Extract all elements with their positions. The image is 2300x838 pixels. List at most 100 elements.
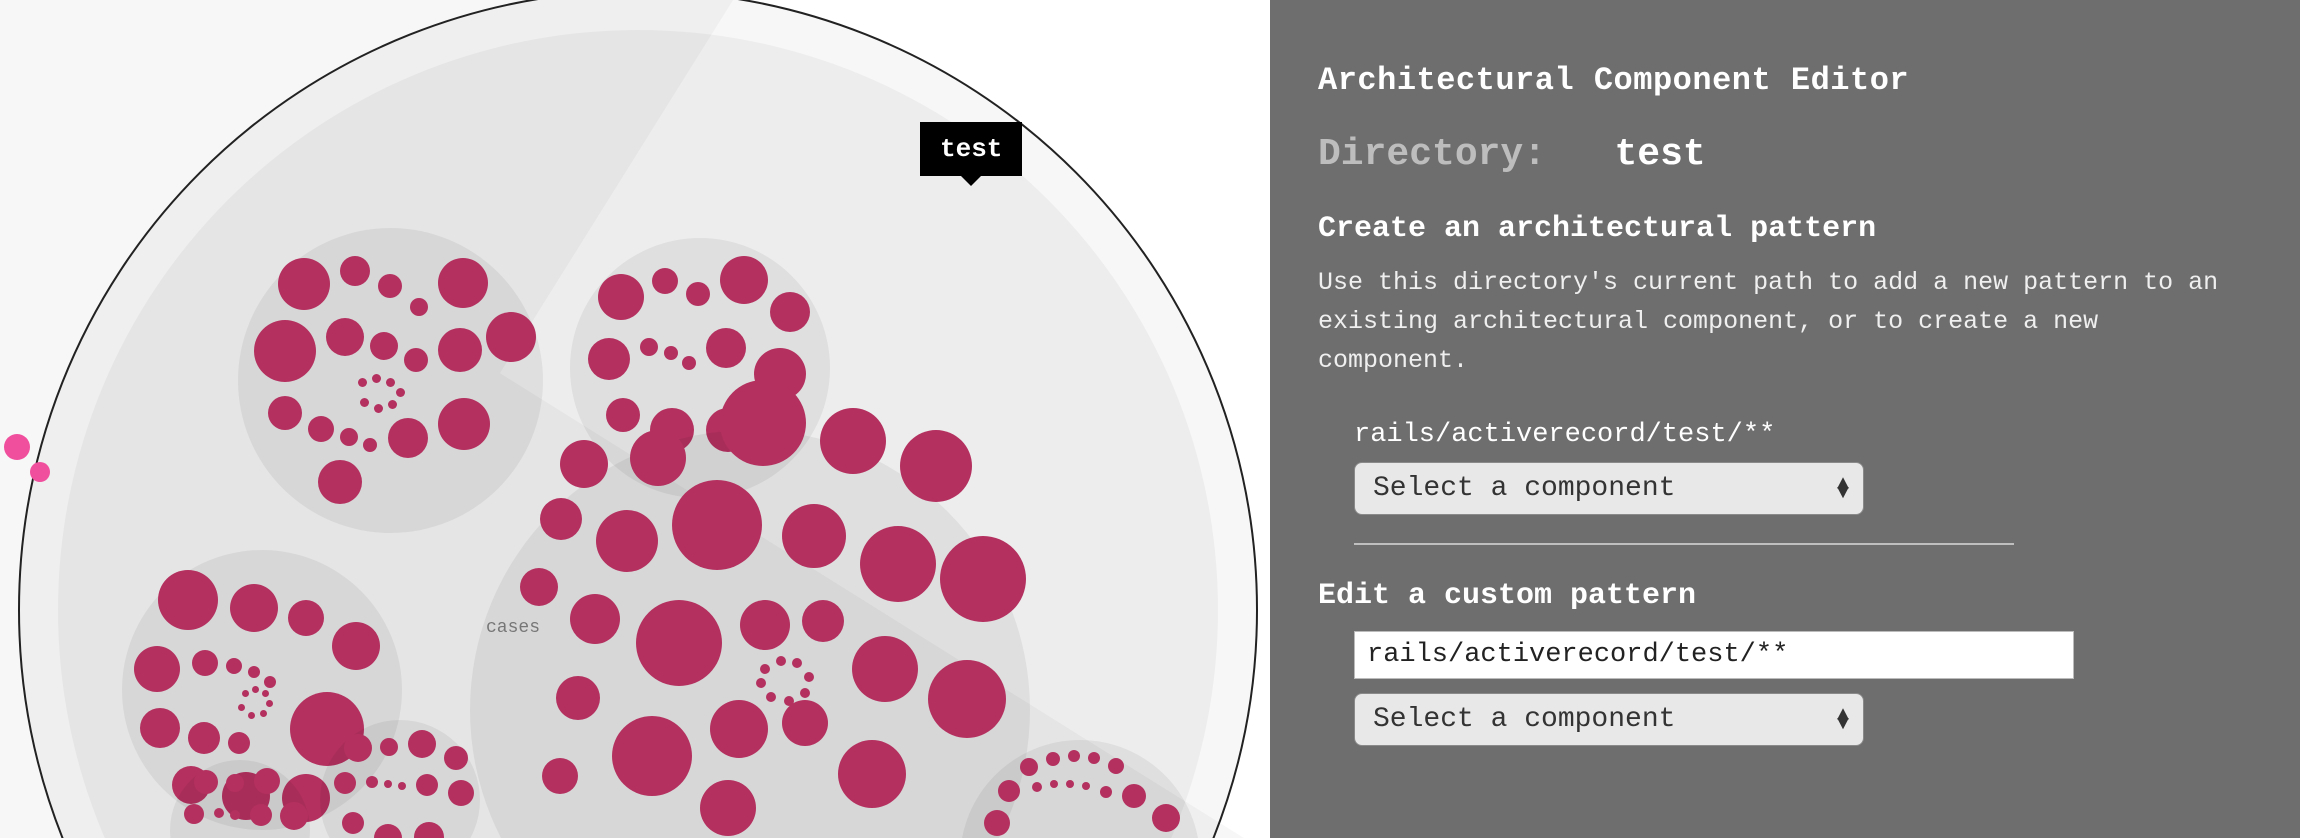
viz-node[interactable] <box>1082 782 1090 790</box>
viz-node[interactable] <box>776 656 786 666</box>
viz-node[interactable] <box>342 812 364 834</box>
viz-node[interactable] <box>520 568 558 606</box>
viz-node[interactable] <box>444 746 468 770</box>
viz-node[interactable] <box>372 374 381 383</box>
viz-node[interactable] <box>984 810 1010 836</box>
viz-node[interactable] <box>158 570 218 630</box>
viz-node[interactable] <box>598 274 644 320</box>
viz-node[interactable] <box>486 312 536 362</box>
viz-node[interactable] <box>630 430 686 486</box>
viz-node[interactable] <box>230 810 240 820</box>
viz-node[interactable] <box>664 346 678 360</box>
viz-node[interactable] <box>1088 752 1100 764</box>
viz-node[interactable] <box>332 622 380 670</box>
viz-node[interactable] <box>260 710 267 717</box>
viz-node[interactable] <box>288 600 324 636</box>
viz-node[interactable] <box>410 298 428 316</box>
viz-node[interactable] <box>414 822 444 838</box>
viz-node[interactable] <box>266 700 273 707</box>
viz-node[interactable] <box>560 440 608 488</box>
viz-node[interactable] <box>804 672 814 682</box>
viz-node[interactable] <box>700 780 756 836</box>
viz-node[interactable] <box>194 770 218 794</box>
viz-node[interactable] <box>308 416 334 442</box>
viz-node[interactable] <box>556 676 600 720</box>
viz-node[interactable] <box>1066 780 1074 788</box>
viz-node[interactable] <box>226 774 244 792</box>
viz-node[interactable] <box>386 378 395 387</box>
viz-node[interactable] <box>254 768 280 794</box>
viz-node[interactable] <box>30 462 50 482</box>
viz-node[interactable] <box>363 438 377 452</box>
viz-node[interactable] <box>860 526 936 602</box>
viz-node[interactable] <box>242 690 249 697</box>
viz-node[interactable] <box>1050 780 1058 788</box>
viz-node[interactable] <box>448 780 474 806</box>
viz-node[interactable] <box>254 320 316 382</box>
viz-node[interactable] <box>388 418 428 458</box>
dependency-visualization[interactable]: cases <box>0 0 1270 838</box>
viz-cluster[interactable] <box>238 228 543 533</box>
viz-node[interactable] <box>802 600 844 642</box>
viz-node[interactable] <box>1122 784 1146 808</box>
viz-node[interactable] <box>358 378 367 387</box>
viz-node[interactable] <box>248 666 260 678</box>
viz-node[interactable] <box>720 256 768 304</box>
viz-node[interactable] <box>640 338 658 356</box>
viz-node[interactable] <box>1032 782 1042 792</box>
viz-node[interactable] <box>318 460 362 504</box>
viz-node[interactable] <box>686 282 710 306</box>
viz-node[interactable] <box>672 480 762 570</box>
viz-node[interactable] <box>770 292 810 332</box>
viz-node[interactable] <box>230 584 278 632</box>
viz-node[interactable] <box>438 258 488 308</box>
viz-node[interactable] <box>388 400 397 409</box>
viz-node[interactable] <box>588 338 630 380</box>
viz-node[interactable] <box>250 804 272 826</box>
viz-node[interactable] <box>252 686 259 693</box>
viz-node[interactable] <box>268 396 302 430</box>
viz-node[interactable] <box>570 594 620 644</box>
viz-node[interactable] <box>720 380 806 466</box>
viz-node[interactable] <box>682 356 696 370</box>
viz-node[interactable] <box>542 758 578 794</box>
viz-node[interactable] <box>226 658 242 674</box>
viz-node[interactable] <box>344 734 372 762</box>
viz-node[interactable] <box>1068 750 1080 762</box>
viz-node[interactable] <box>766 692 776 702</box>
viz-node[interactable] <box>928 660 1006 738</box>
viz-node[interactable] <box>248 712 255 719</box>
viz-node[interactable] <box>596 510 658 572</box>
viz-node[interactable] <box>940 536 1026 622</box>
viz-node[interactable] <box>800 688 810 698</box>
viz-node[interactable] <box>636 600 722 686</box>
viz-node[interactable] <box>396 388 405 397</box>
viz-node[interactable] <box>740 600 790 650</box>
viz-node[interactable] <box>4 434 30 460</box>
viz-node[interactable] <box>340 428 358 446</box>
viz-node[interactable] <box>782 700 828 746</box>
viz-node[interactable] <box>838 740 906 808</box>
viz-node[interactable] <box>326 318 364 356</box>
viz-node[interactable] <box>384 780 392 788</box>
viz-node[interactable] <box>784 696 794 706</box>
viz-node[interactable] <box>404 348 428 372</box>
viz-node[interactable] <box>262 690 269 697</box>
viz-node[interactable] <box>360 398 369 407</box>
viz-node[interactable] <box>398 782 406 790</box>
viz-node[interactable] <box>408 730 436 758</box>
viz-node[interactable] <box>140 708 180 748</box>
viz-node[interactable] <box>334 772 356 794</box>
viz-node[interactable] <box>438 398 490 450</box>
viz-node[interactable] <box>192 650 218 676</box>
viz-node[interactable] <box>852 636 918 702</box>
viz-node[interactable] <box>278 258 330 310</box>
edit-component-select[interactable]: Select a component ▲▼ <box>1354 693 1864 746</box>
viz-node[interactable] <box>1100 786 1112 798</box>
viz-node[interactable] <box>756 678 766 688</box>
custom-pattern-input[interactable] <box>1354 631 2074 679</box>
viz-node[interactable] <box>378 274 402 298</box>
viz-node[interactable] <box>366 776 378 788</box>
create-component-select[interactable]: Select a component ▲▼ <box>1354 462 1864 515</box>
viz-node[interactable] <box>380 738 398 756</box>
